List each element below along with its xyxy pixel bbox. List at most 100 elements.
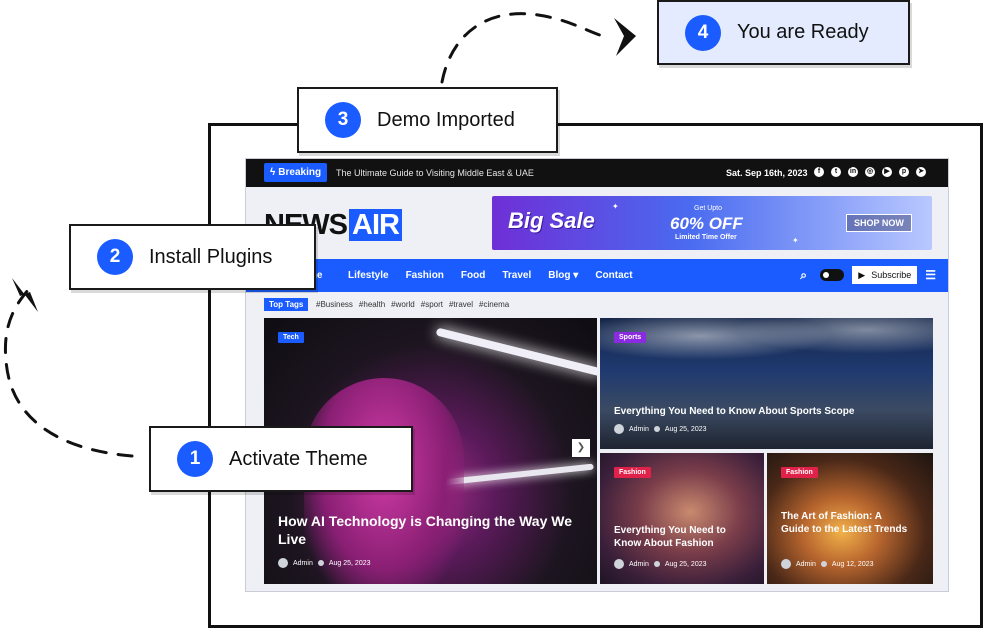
- nav-actions: ⌕ ▶ Subscribe ☰: [800, 266, 936, 284]
- arrowhead-2: [12, 278, 38, 312]
- nav-item-lifestyle[interactable]: Lifestyle: [348, 259, 389, 292]
- clock-icon: [820, 561, 827, 567]
- post-title[interactable]: The Art of Fashion: A Guide to the Lates…: [781, 511, 911, 536]
- category-badge[interactable]: Sports: [614, 332, 647, 343]
- current-date: Sat. Sep 16th, 2023: [726, 168, 808, 178]
- step-number: 2: [97, 239, 133, 275]
- tag-link[interactable]: #sport: [421, 292, 443, 318]
- step-you-are-ready: 4 You are Ready: [657, 0, 910, 65]
- telegram-icon[interactable]: ➤: [916, 167, 926, 177]
- ad-banner[interactable]: ✦ ✦ Big Sale Get Upto 60% OFF Limited Ti…: [492, 196, 932, 250]
- connector-3-to-4: [440, 12, 612, 84]
- social-links: f t in ◎ ▶ p ➤: [814, 167, 926, 177]
- step-label: Demo Imported: [377, 108, 515, 131]
- avatar: [278, 558, 288, 568]
- next-slide-button[interactable]: ❯: [572, 439, 590, 457]
- post-title[interactable]: How AI Technology is Changing the Way We…: [278, 513, 583, 548]
- post-title[interactable]: Everything You Need to Know About Sports…: [614, 406, 854, 419]
- breaking-ticker[interactable]: The Ultimate Guide to Visiting Middle Ea…: [336, 159, 534, 187]
- tag-link[interactable]: #health: [359, 292, 385, 318]
- category-badge[interactable]: Tech: [278, 332, 304, 343]
- post-meta: Admin Aug 25, 2023: [614, 559, 707, 569]
- top-tags-bar: Top Tags #Business #health #world #sport…: [246, 292, 948, 318]
- shop-now-button[interactable]: SHOP NOW: [846, 214, 912, 232]
- post-card[interactable]: Fashion Everything You Need to Know Abou…: [600, 453, 764, 584]
- search-icon[interactable]: ⌕: [800, 269, 812, 281]
- site-header: NEWSAIR ✦ ✦ Big Sale Get Upto 60% OFF Li…: [246, 187, 948, 259]
- post-date: Aug 12, 2023: [831, 560, 874, 568]
- nav-item-food[interactable]: Food: [461, 259, 485, 292]
- instagram-icon[interactable]: ◎: [865, 167, 875, 177]
- avatar: [614, 424, 624, 434]
- clock-icon: [317, 560, 324, 566]
- ad-headline: Big Sale: [508, 208, 595, 233]
- light-streak: [435, 327, 597, 377]
- facebook-icon[interactable]: f: [814, 167, 824, 177]
- step-activate-theme: 1 Activate Theme: [149, 426, 413, 492]
- pinterest-icon[interactable]: p: [899, 167, 909, 177]
- sparkle-icon: ✦: [792, 236, 799, 245]
- twitter-icon[interactable]: t: [831, 167, 841, 177]
- post-card[interactable]: Fashion The Art of Fashion: A Guide to t…: [767, 453, 933, 584]
- post-date: Aug 25, 2023: [328, 559, 371, 567]
- sparkle-icon: ✦: [612, 202, 619, 211]
- main-nav: me Lifestyle Fashion Food Travel Blog ▾ …: [246, 259, 948, 292]
- step-install-plugins: 2 Install Plugins: [69, 224, 316, 290]
- logo-air: AIR: [349, 209, 402, 241]
- linkedin-icon[interactable]: in: [848, 167, 858, 177]
- tag-link[interactable]: #world: [391, 292, 415, 318]
- nav-blog-label: Blog: [548, 270, 571, 281]
- ad-upto: Get Upto: [694, 205, 723, 212]
- post-author[interactable]: Admin: [629, 561, 649, 568]
- post-image: [600, 318, 933, 378]
- post-author[interactable]: Admin: [629, 426, 649, 433]
- nav-item-contact[interactable]: Contact: [595, 259, 632, 292]
- post-title[interactable]: Everything You Need to Know About Fashio…: [614, 525, 754, 550]
- theme-toggle[interactable]: [820, 269, 845, 281]
- post-date: Aug 25, 2023: [664, 560, 707, 568]
- nav-item-fashion[interactable]: Fashion: [406, 259, 444, 292]
- category-badge[interactable]: Fashion: [781, 467, 818, 478]
- tag-link[interactable]: #travel: [449, 292, 473, 318]
- ad-offer: 60% OFF: [670, 214, 743, 233]
- arrowhead-4: [614, 18, 636, 56]
- ad-limited: Limited Time Offer: [675, 234, 737, 241]
- avatar: [614, 559, 624, 569]
- bolt-icon: ϟ: [270, 167, 276, 178]
- chevron-down-icon: ▾: [573, 270, 579, 281]
- menu-icon[interactable]: ☰: [925, 269, 936, 281]
- step-number: 4: [685, 14, 721, 51]
- step-label: You are Ready: [737, 21, 869, 43]
- tag-link[interactable]: #Business: [316, 292, 353, 318]
- clock-icon: [653, 561, 660, 567]
- post-meta: Admin Aug 12, 2023: [781, 559, 874, 569]
- post-author[interactable]: Admin: [293, 560, 313, 567]
- subscribe-label: Subscribe: [871, 270, 912, 280]
- post-card[interactable]: Sports Everything You Need to Know About…: [600, 318, 933, 449]
- breaking-label: Breaking: [278, 167, 322, 178]
- nav-item-blog[interactable]: Blog ▾: [548, 259, 578, 292]
- subscribe-button[interactable]: ▶ Subscribe: [852, 266, 918, 284]
- post-meta: Admin Aug 25, 2023: [278, 558, 371, 568]
- step-label: Activate Theme: [229, 447, 368, 470]
- breaking-badge[interactable]: ϟ Breaking: [264, 163, 328, 182]
- post-author[interactable]: Admin: [796, 561, 816, 568]
- top-bar: ϟ Breaking The Ultimate Guide to Visiting…: [246, 159, 948, 187]
- play-icon: ▶: [858, 270, 866, 280]
- nav-items: Lifestyle Fashion Food Travel Blog ▾ Con…: [348, 259, 633, 292]
- step-demo-imported: 3 Demo Imported: [297, 87, 558, 153]
- step-number: 3: [325, 102, 361, 138]
- step-label: Install Plugins: [149, 245, 273, 268]
- post-meta: Admin Aug 25, 2023: [614, 424, 707, 434]
- step-number: 1: [177, 441, 213, 477]
- tag-link[interactable]: #cinema: [479, 292, 509, 318]
- avatar: [781, 559, 791, 569]
- post-date: Aug 25, 2023: [664, 425, 707, 433]
- top-tags-label: Top Tags: [264, 298, 309, 311]
- website-preview: ϟ Breaking The Ultimate Guide to Visiting…: [245, 158, 949, 592]
- category-badge[interactable]: Fashion: [614, 467, 651, 478]
- youtube-icon[interactable]: ▶: [882, 167, 892, 177]
- tag-list: #Business #health #world #sport #travel …: [316, 292, 509, 318]
- nav-item-travel[interactable]: Travel: [502, 259, 531, 292]
- connector-1-to-2: [3, 288, 134, 458]
